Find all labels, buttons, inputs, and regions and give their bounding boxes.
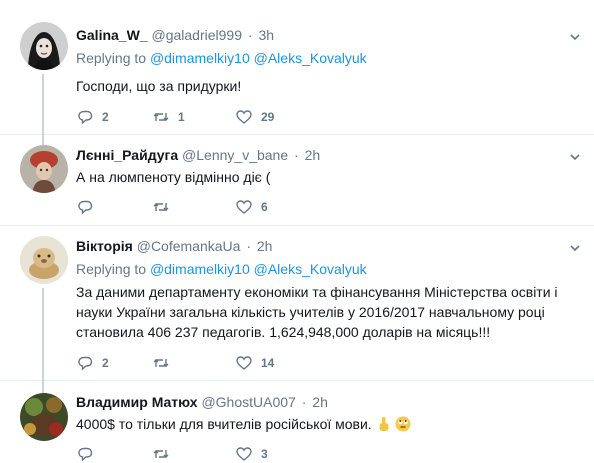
avatar[interactable] — [20, 393, 68, 441]
retweet-button[interactable] — [152, 445, 178, 463]
user-handle[interactable]: @Lenny_v_bane — [182, 147, 288, 163]
tweet-text: А на люмпеноту відмінно діє ( — [76, 169, 271, 185]
reply-button[interactable] — [76, 445, 102, 463]
tweet-lenny[interactable]: Лєнні_Райдуга @Lenny_v_bane · 2h А на лю… — [0, 135, 594, 226]
timestamp[interactable]: 2h — [305, 147, 321, 163]
like-button[interactable]: 6 — [235, 198, 268, 216]
tweet-text-body: 4000$ то тільки для вчителів російської … — [76, 416, 372, 432]
user-name[interactable]: Лєнні_Райдуга — [76, 147, 178, 163]
avatar-image — [20, 22, 68, 70]
avatar[interactable] — [20, 22, 68, 70]
chevron-down-icon[interactable] — [568, 30, 582, 44]
tweet-text: Господи, що за придурки! — [76, 78, 242, 94]
like-button[interactable]: 14 — [235, 354, 274, 372]
user-name[interactable]: Вікторія — [76, 238, 133, 254]
user-handle[interactable]: @GhostUA007 — [201, 394, 295, 410]
reply-icon — [78, 356, 93, 371]
tweet-volodymyr[interactable]: Владимир Матюх @GhostUA007 · 2h 4000$ то… — [0, 381, 594, 463]
timestamp[interactable]: 2h — [257, 238, 273, 254]
user-name[interactable]: Владимир Матюх — [76, 394, 198, 410]
reply-count: 2 — [102, 356, 109, 370]
tweet-galina[interactable]: Galina_W_ @galadriel999 · 3h Replying to… — [0, 0, 594, 135]
like-count: 6 — [261, 200, 268, 214]
chevron-down-icon[interactable] — [568, 241, 582, 255]
reply-count: 2 — [102, 110, 109, 124]
separator-dot: · — [294, 147, 299, 163]
retweet-icon — [153, 450, 169, 458]
like-count: 29 — [261, 110, 275, 124]
retweet-icon — [153, 203, 169, 211]
tweet-header: Владимир Матюх @GhostUA007 · 2h — [76, 393, 328, 411]
avatar[interactable] — [20, 145, 68, 193]
tweet-text: За даними департаменту економіки та фіна… — [76, 284, 558, 340]
separator-dot: · — [301, 394, 307, 410]
like-count: 3 — [261, 447, 268, 461]
user-handle[interactable]: @CofemankaUa — [137, 238, 241, 254]
user-name[interactable]: Galina_W_ — [76, 27, 148, 43]
replying-to-label: Replying to — [76, 261, 147, 277]
avatar-image — [20, 145, 68, 193]
retweet-button[interactable] — [152, 198, 178, 216]
finger-up-emoji — [379, 417, 389, 431]
reply-icon — [78, 200, 93, 215]
tweet-text: 4000$ то тільки для вчителів російської … — [76, 414, 576, 434]
user-handle[interactable]: @galadriel999 — [151, 27, 242, 43]
like-button[interactable]: 3 — [235, 445, 268, 463]
tweet-viktoriia[interactable]: Вікторія @CofemankaUa · 2h Replying to @… — [0, 226, 594, 381]
retweet-button[interactable] — [152, 354, 178, 372]
replying-to: Replying to @dimamelkiy10 @Aleks_Kovalyu… — [76, 260, 367, 278]
like-count: 14 — [261, 356, 275, 370]
timestamp[interactable]: 2h — [312, 394, 328, 410]
replying-to: Replying to @dimamelkiy10 @Aleks_Kovalyu… — [76, 49, 367, 67]
tweet-header: Galina_W_ @galadriel999 · 3h — [76, 26, 274, 44]
retweet-button[interactable]: 1 — [152, 108, 185, 126]
thread-line — [42, 288, 44, 381]
thread-line — [42, 74, 44, 135]
face-rolling-eyes-emoji — [395, 416, 411, 432]
reply-icon — [78, 447, 93, 462]
tweet-header: Лєнні_Райдуга @Lenny_v_bane · 2h — [76, 146, 320, 164]
replying-to-label: Replying to — [76, 50, 147, 66]
retweet-icon — [153, 113, 169, 121]
timestamp[interactable]: 3h — [258, 27, 274, 43]
separator-dot: · — [247, 27, 253, 43]
replying-to-users[interactable]: @dimamelkiy10 @Aleks_Kovalyuk — [150, 50, 367, 66]
retweet-icon — [153, 359, 169, 367]
tweet-header: Вікторія @CofemankaUa · 2h — [76, 237, 272, 255]
thread-line — [42, 135, 44, 145]
like-button[interactable]: 29 — [235, 108, 274, 126]
avatar-image — [20, 236, 68, 284]
thread-line — [42, 381, 44, 393]
reply-button[interactable]: 2 — [76, 108, 109, 126]
heart-icon — [236, 447, 252, 461]
heart-icon — [236, 356, 252, 370]
chevron-down-icon[interactable] — [568, 150, 582, 164]
heart-icon — [236, 200, 252, 214]
avatar[interactable] — [20, 236, 68, 284]
replying-to-users[interactable]: @dimamelkiy10 @Aleks_Kovalyuk — [150, 261, 367, 277]
avatar-image — [20, 393, 68, 441]
separator-dot: · — [246, 238, 251, 254]
reply-button[interactable] — [76, 198, 102, 216]
heart-icon — [236, 110, 252, 124]
reply-icon — [78, 110, 93, 125]
reply-button[interactable]: 2 — [76, 354, 109, 372]
retweet-count: 1 — [178, 110, 185, 124]
